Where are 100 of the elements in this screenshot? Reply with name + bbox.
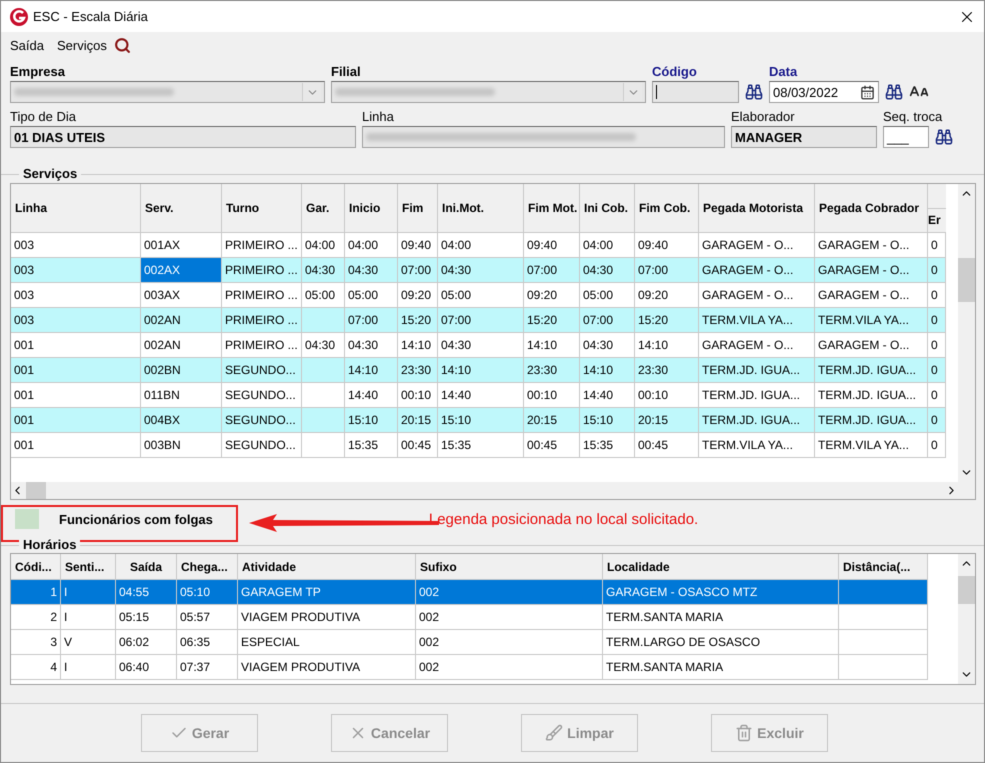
horizontal-scrollbar[interactable] bbox=[11, 482, 958, 499]
table-cell: 04:55 bbox=[116, 580, 177, 605]
table-cell: 04:30 bbox=[580, 333, 635, 358]
sequence-field[interactable]: ___ bbox=[883, 126, 929, 148]
table-cell: 1 bbox=[11, 580, 61, 605]
field-label: Elaborador bbox=[731, 109, 796, 124]
table-cell: 06:02 bbox=[116, 630, 177, 655]
table-cell: PRIMEIRO ... bbox=[222, 333, 302, 358]
table-cell: 4 bbox=[11, 655, 61, 680]
table-cell: TERM.VILA YA... bbox=[699, 433, 815, 458]
table-cell: 0 bbox=[928, 233, 946, 258]
table-cell: 14:40 bbox=[345, 383, 398, 408]
dropdown-field[interactable] bbox=[10, 81, 325, 103]
column-header[interactable]: Inicio bbox=[345, 184, 398, 233]
table-cell: 003 bbox=[11, 283, 141, 308]
line-field[interactable] bbox=[362, 126, 725, 148]
table-cell: VIAGEM PRODUTIVA bbox=[238, 655, 416, 680]
column-header[interactable]: Ini Cob. bbox=[580, 184, 635, 233]
table-cell: 07:00 bbox=[438, 308, 524, 333]
table-cell: 05:00 bbox=[438, 283, 524, 308]
table-cell: 09:20 bbox=[635, 283, 699, 308]
dropdown-field[interactable] bbox=[331, 81, 646, 103]
table-cell: 04:00 bbox=[580, 233, 635, 258]
legend-label: Funcionários com folgas bbox=[59, 512, 213, 526]
table-cell: GARAGEM - O... bbox=[815, 333, 928, 358]
table-cell: TERM.VILA YA... bbox=[815, 308, 928, 333]
scroll-thumb[interactable] bbox=[958, 258, 975, 302]
column-header[interactable]: Linha bbox=[11, 184, 141, 233]
table-cell: TERM.JD. IGUA... bbox=[815, 358, 928, 383]
vertical-scrollbar[interactable] bbox=[958, 184, 975, 482]
trash-icon bbox=[735, 724, 754, 742]
binoculars-icon[interactable] bbox=[745, 83, 763, 101]
column-header[interactable]: Saída bbox=[116, 554, 177, 580]
window-title: ESC - Escala Diária bbox=[33, 9, 149, 24]
column-header[interactable]: Fim bbox=[398, 184, 438, 233]
column-header[interactable]: Er bbox=[928, 184, 946, 233]
table-cell: 04:30 bbox=[345, 333, 398, 358]
table-cell: TERM.JD. IGUA... bbox=[699, 358, 815, 383]
table-cell: 0 bbox=[928, 283, 946, 308]
scroll-thumb[interactable] bbox=[958, 576, 975, 604]
calendar-icon[interactable] bbox=[860, 84, 875, 100]
table-cell: 002 bbox=[416, 630, 603, 655]
table-cell: 15:20 bbox=[524, 308, 580, 333]
column-header[interactable]: Senti... bbox=[61, 554, 116, 580]
table-cell: 05:10 bbox=[177, 580, 238, 605]
table-cell: 04:30 bbox=[580, 258, 635, 283]
table-cell: 07:00 bbox=[398, 258, 438, 283]
table-cell: 002AN bbox=[141, 333, 222, 358]
table-cell: 23:30 bbox=[398, 358, 438, 383]
table-cell: 06:40 bbox=[116, 655, 177, 680]
table-cell: 14:40 bbox=[438, 383, 524, 408]
column-header[interactable]: Atividade bbox=[238, 554, 416, 580]
column-header[interactable]: Fim Mot. bbox=[524, 184, 580, 233]
table-cell: 07:00 bbox=[345, 308, 398, 333]
table-cell: GARAGEM - O... bbox=[699, 258, 815, 283]
binoculars-icon[interactable] bbox=[885, 83, 903, 101]
search-icon[interactable] bbox=[114, 36, 131, 54]
date-field[interactable]: 08/03/2022 bbox=[769, 81, 879, 103]
table-cell: 00:45 bbox=[524, 433, 580, 458]
text-field[interactable]: MANAGER bbox=[731, 126, 877, 148]
column-header[interactable]: Gar. bbox=[302, 184, 345, 233]
vertical-scrollbar[interactable] bbox=[958, 554, 975, 684]
column-header[interactable]: Ini.Mot. bbox=[438, 184, 524, 233]
table-cell: 003BN bbox=[141, 433, 222, 458]
text-field[interactable]: 01 DIAS UTEIS bbox=[10, 126, 356, 148]
table-cell: 0 bbox=[928, 308, 946, 333]
column-header[interactable]: Sufixo bbox=[416, 554, 603, 580]
scroll-thumb[interactable] bbox=[26, 482, 46, 499]
table-cell: 0 bbox=[928, 383, 946, 408]
table-cell: I bbox=[61, 605, 116, 630]
table-cell: 3 bbox=[11, 630, 61, 655]
table-cell: GARAGEM TP bbox=[238, 580, 416, 605]
table-cell: 15:20 bbox=[398, 308, 438, 333]
table-cell: 15:10 bbox=[345, 408, 398, 433]
column-header[interactable]: Pegada Cobrador bbox=[815, 184, 928, 233]
column-header[interactable]: Localidade bbox=[603, 554, 839, 580]
table-cell: 002 bbox=[416, 580, 603, 605]
column-header[interactable]: Pegada Motorista bbox=[699, 184, 815, 233]
menu-item[interactable]: Saída bbox=[10, 38, 44, 52]
column-header[interactable]: Fim Cob. bbox=[635, 184, 699, 233]
column-header[interactable]: Códi... bbox=[11, 554, 61, 580]
table-cell: 002BN bbox=[141, 358, 222, 383]
table-cell: 2 bbox=[11, 605, 61, 630]
menu-item[interactable]: Serviços bbox=[56, 38, 107, 52]
table-cell: GARAGEM - OSASCO MTZ bbox=[603, 580, 839, 605]
table-cell: 09:40 bbox=[524, 233, 580, 258]
column-header[interactable]: Turno bbox=[222, 184, 302, 233]
code-field[interactable] bbox=[652, 81, 739, 103]
table-cell: 07:37 bbox=[177, 655, 238, 680]
table-cell: 04:30 bbox=[438, 333, 524, 358]
binoculars-icon[interactable] bbox=[935, 128, 953, 146]
table-cell: 15:35 bbox=[580, 433, 635, 458]
table-cell: I bbox=[61, 580, 116, 605]
column-header[interactable]: Chega... bbox=[177, 554, 238, 580]
table-cell: 14:10 bbox=[635, 333, 699, 358]
column-header[interactable]: Distância(... bbox=[839, 554, 928, 580]
table-cell: 0 bbox=[928, 358, 946, 383]
column-header[interactable]: Serv. bbox=[141, 184, 222, 233]
table-cell: VIAGEM PRODUTIVA bbox=[238, 605, 416, 630]
table-cell: PRIMEIRO ... bbox=[222, 258, 302, 283]
